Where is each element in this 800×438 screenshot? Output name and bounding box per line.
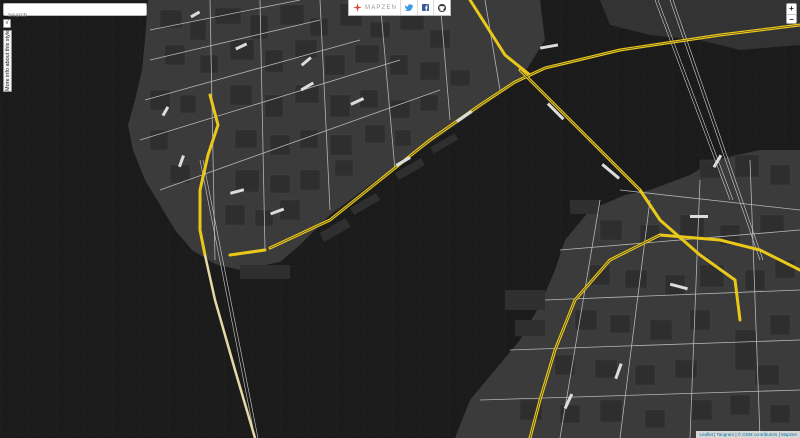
facebook-icon [422, 4, 430, 11]
mapzen-logo-icon [353, 3, 362, 12]
zoom-control: + − [786, 3, 797, 24]
toggle-button[interactable]: √ [3, 19, 11, 28]
more-info-tab[interactable]: More info about this style [3, 30, 12, 92]
brand-bar: MAPZEN [348, 0, 451, 16]
github-icon [438, 3, 447, 12]
twitter-button[interactable] [401, 0, 418, 15]
search-input[interactable] [4, 10, 138, 22]
mapzen-link[interactable]: MAPZEN [349, 0, 402, 15]
brand-name: MAPZEN [365, 4, 398, 11]
search-box[interactable] [3, 3, 147, 22]
leaflet-link[interactable]: Leaflet [699, 432, 713, 437]
tangram-link[interactable]: Tangram [717, 432, 735, 437]
mapzen-attribution-link[interactable]: Mapzen [781, 432, 797, 437]
osm-link[interactable]: © OSM contributors [738, 432, 778, 437]
more-info-label: More info about this style [5, 29, 11, 91]
facebook-button[interactable] [418, 0, 435, 15]
zoom-in-button[interactable]: + [787, 4, 796, 15]
zoom-out-button[interactable]: − [787, 15, 796, 25]
twitter-icon [405, 4, 414, 11]
map-canvas[interactable] [0, 0, 800, 438]
github-button[interactable] [434, 0, 450, 15]
attribution: Leaflet | Tangram | © OSM contributors |… [696, 431, 800, 438]
